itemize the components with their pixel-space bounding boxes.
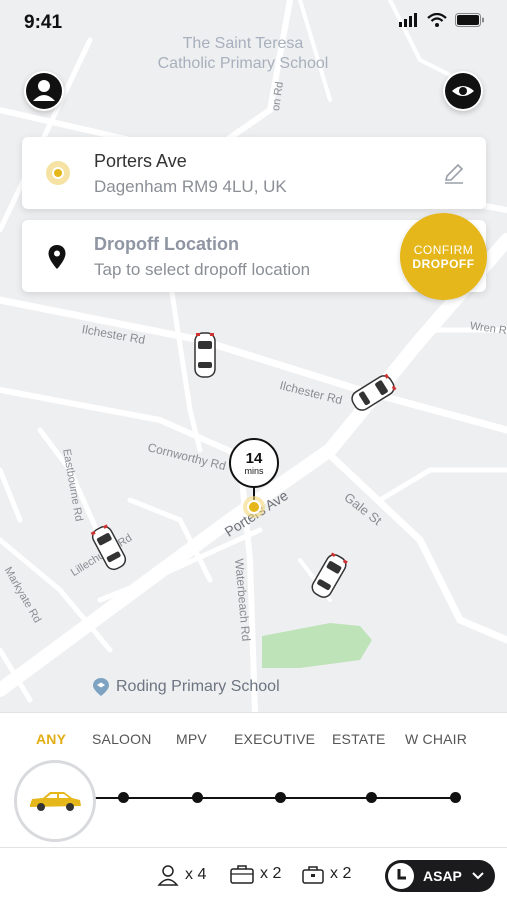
school-label-bottom: Roding Primary School bbox=[92, 677, 280, 697]
confirm-dropoff-button[interactable]: CONFIRM DROPOFF bbox=[400, 213, 487, 300]
slider-track bbox=[92, 797, 456, 799]
luggage-count: x 2 bbox=[230, 864, 281, 884]
pickup-location-icon bbox=[243, 485, 265, 518]
eye-icon bbox=[445, 73, 481, 109]
tab-executive[interactable]: EXECUTIVE bbox=[234, 731, 315, 747]
map-view[interactable]: The Saint Teresa Catholic Primary School… bbox=[0, 0, 507, 712]
dropoff-hint: Tap to select dropoff location bbox=[94, 260, 311, 279]
slider-stop[interactable] bbox=[118, 792, 129, 803]
slider-stop[interactable] bbox=[366, 792, 377, 803]
tab-mpv[interactable]: MPV bbox=[176, 731, 207, 747]
tab-saloon[interactable]: SALOON bbox=[92, 731, 152, 747]
location-pin-icon bbox=[48, 245, 66, 269]
battery-icon bbox=[455, 13, 484, 27]
user-icon bbox=[26, 73, 62, 109]
slider-stop[interactable] bbox=[192, 792, 203, 803]
confirm-label-line1: CONFIRM bbox=[413, 242, 474, 257]
passenger-count: x 4 bbox=[157, 864, 206, 886]
booking-panel: ANY SALOON MPV EXECUTIVE ESTATE W CHAIR … bbox=[0, 712, 507, 901]
tab-w-chair[interactable]: W CHAIR bbox=[405, 731, 467, 747]
visibility-toggle-button[interactable] bbox=[443, 71, 483, 111]
eta-value: 14 bbox=[245, 449, 263, 467]
hand-luggage-count-value: x 2 bbox=[330, 865, 352, 882]
suitcase-icon bbox=[230, 865, 254, 884]
pickup-time-button[interactable]: ASAP bbox=[385, 860, 495, 892]
school-pin-icon bbox=[93, 678, 109, 696]
tab-any[interactable]: ANY bbox=[36, 731, 66, 747]
chevron-down-icon bbox=[472, 872, 484, 880]
profile-button[interactable] bbox=[24, 71, 64, 111]
pickup-card[interactable]: Porters Ave Dagenham RM9 4LU, UK bbox=[22, 137, 486, 209]
hand-luggage-count: x 2 bbox=[302, 864, 351, 884]
pickup-address: Dagenham RM9 4LU, UK bbox=[94, 177, 287, 196]
passenger-count-value: x 4 bbox=[185, 866, 207, 883]
confirm-label-line2: DROPOFF bbox=[412, 256, 475, 271]
status-icons bbox=[399, 13, 485, 27]
eta-bubble: 14 mins bbox=[229, 438, 279, 488]
pickup-title: Porters Ave bbox=[94, 151, 187, 171]
tab-estate[interactable]: ESTATE bbox=[332, 731, 386, 747]
park-area bbox=[262, 623, 372, 668]
street-map bbox=[0, 0, 507, 712]
slider-stop[interactable] bbox=[275, 792, 286, 803]
eta-unit: mins bbox=[244, 465, 264, 476]
vehicle-type-tabs: ANY SALOON MPV EXECUTIVE ESTATE W CHAIR bbox=[0, 729, 507, 753]
pickup-time-label: ASAP bbox=[423, 868, 462, 884]
briefcase-icon bbox=[302, 866, 324, 884]
slider-handle[interactable] bbox=[14, 760, 96, 842]
school-name: Roding Primary School bbox=[116, 678, 280, 695]
booking-footer: x 4 x 2 x 2 ASAP bbox=[0, 847, 507, 902]
car-marker-icon bbox=[194, 332, 216, 378]
slider-stop[interactable] bbox=[450, 792, 461, 803]
passenger-icon bbox=[157, 865, 179, 886]
dropoff-title: Dropoff Location bbox=[94, 234, 239, 254]
car-icon bbox=[30, 792, 81, 811]
signal-icon bbox=[399, 13, 417, 27]
edit-pencil-icon[interactable] bbox=[442, 161, 466, 185]
school-name-line2: Catholic Primary School bbox=[157, 55, 329, 72]
pickup-dot-icon bbox=[46, 161, 70, 185]
status-time: 9:41 bbox=[24, 12, 63, 33]
status-bar: 9:41 bbox=[0, 0, 507, 44]
luggage-count-value: x 2 bbox=[260, 865, 282, 882]
vehicle-type-slider[interactable] bbox=[0, 757, 507, 847]
wifi-icon bbox=[427, 13, 447, 27]
clock-icon bbox=[388, 863, 414, 889]
